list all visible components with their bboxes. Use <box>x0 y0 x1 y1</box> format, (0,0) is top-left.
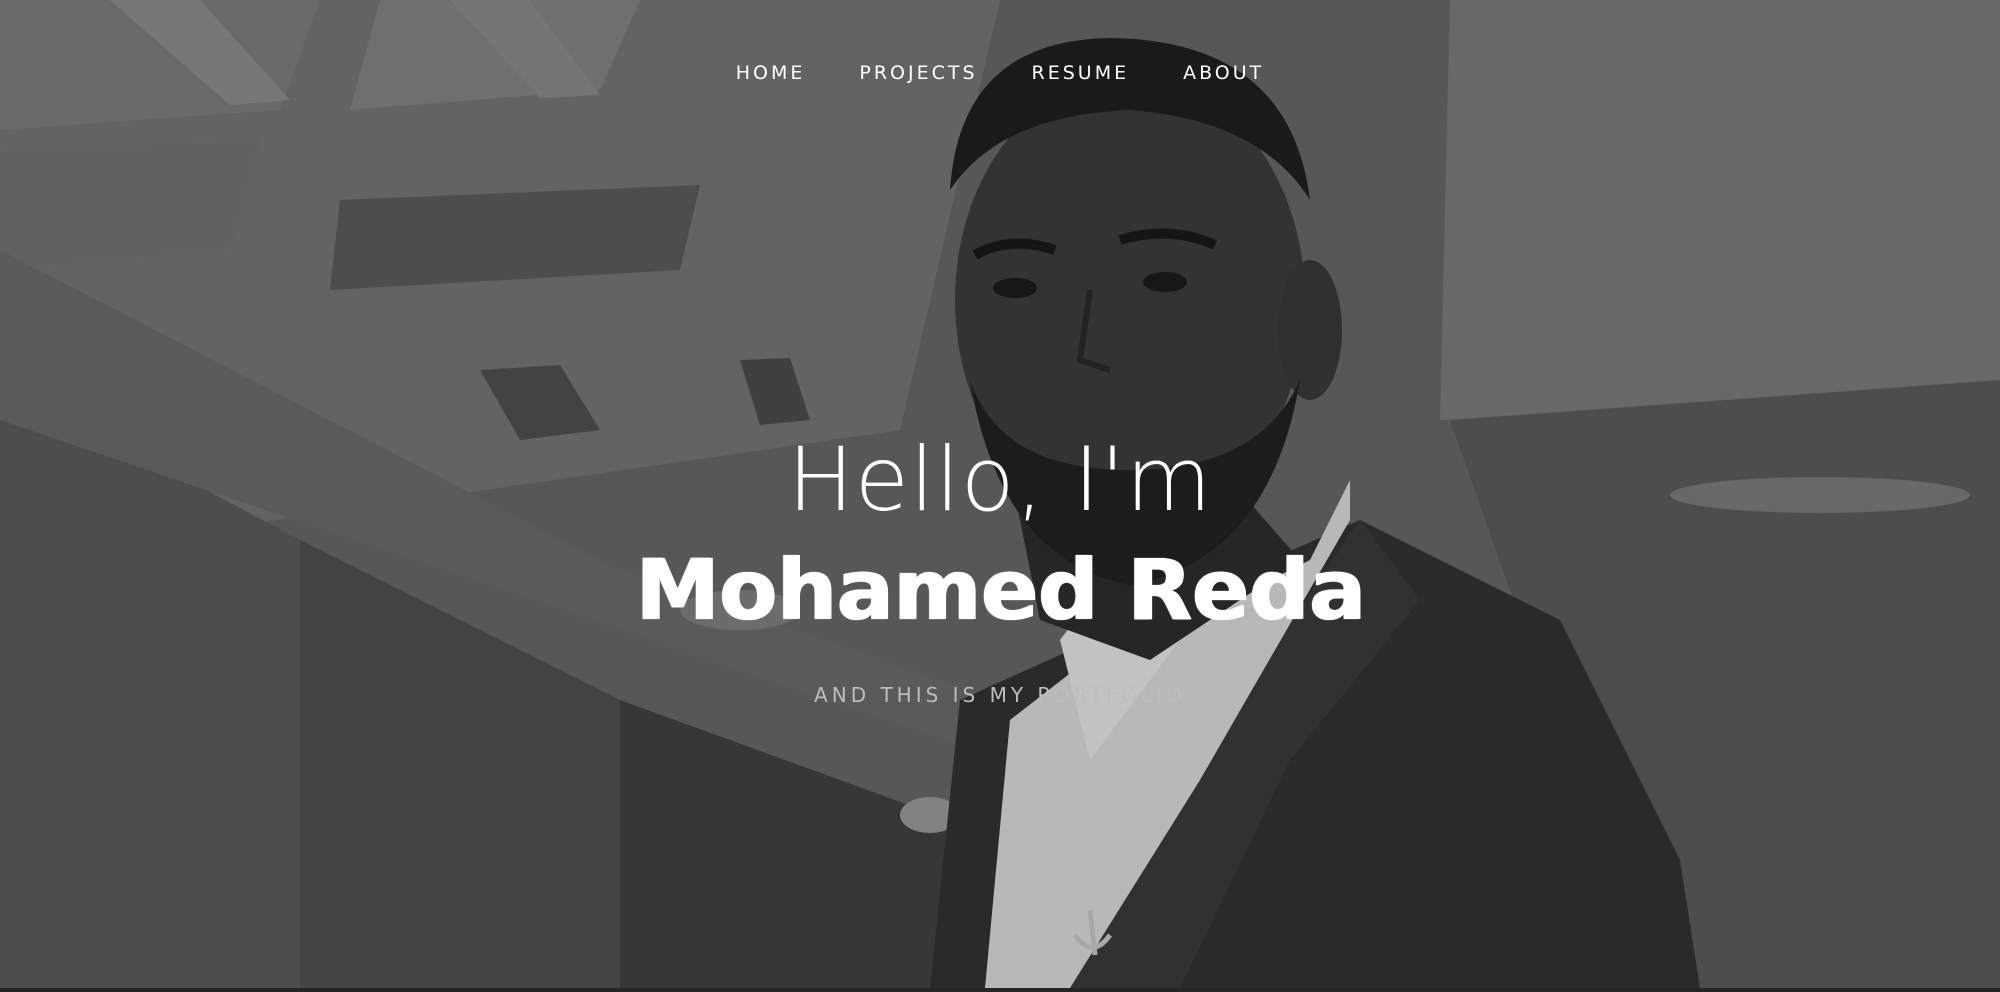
nav-resume-link[interactable]: RESUME <box>1032 58 1130 88</box>
nav-projects-link[interactable]: PROJECTS <box>859 58 977 88</box>
hero-section: HOME PROJECTS RESUME ABOUT Hello, I'm Mo… <box>0 0 2000 988</box>
hero-tagline: AND THIS IS MY PORTFOLIO <box>814 683 1186 707</box>
hero-greeting: Hello, I'm <box>787 428 1213 531</box>
bottom-edge <box>0 988 2000 992</box>
main-navigation: HOME PROJECTS RESUME ABOUT <box>0 58 2000 88</box>
hero-text-block: Hello, I'm Mohamed Reda AND THIS IS MY P… <box>0 425 2000 707</box>
hero-name: Mohamed Reda <box>634 541 1366 639</box>
nav-about-link[interactable]: ABOUT <box>1183 58 1264 88</box>
nav-home-link[interactable]: HOME <box>736 58 806 88</box>
